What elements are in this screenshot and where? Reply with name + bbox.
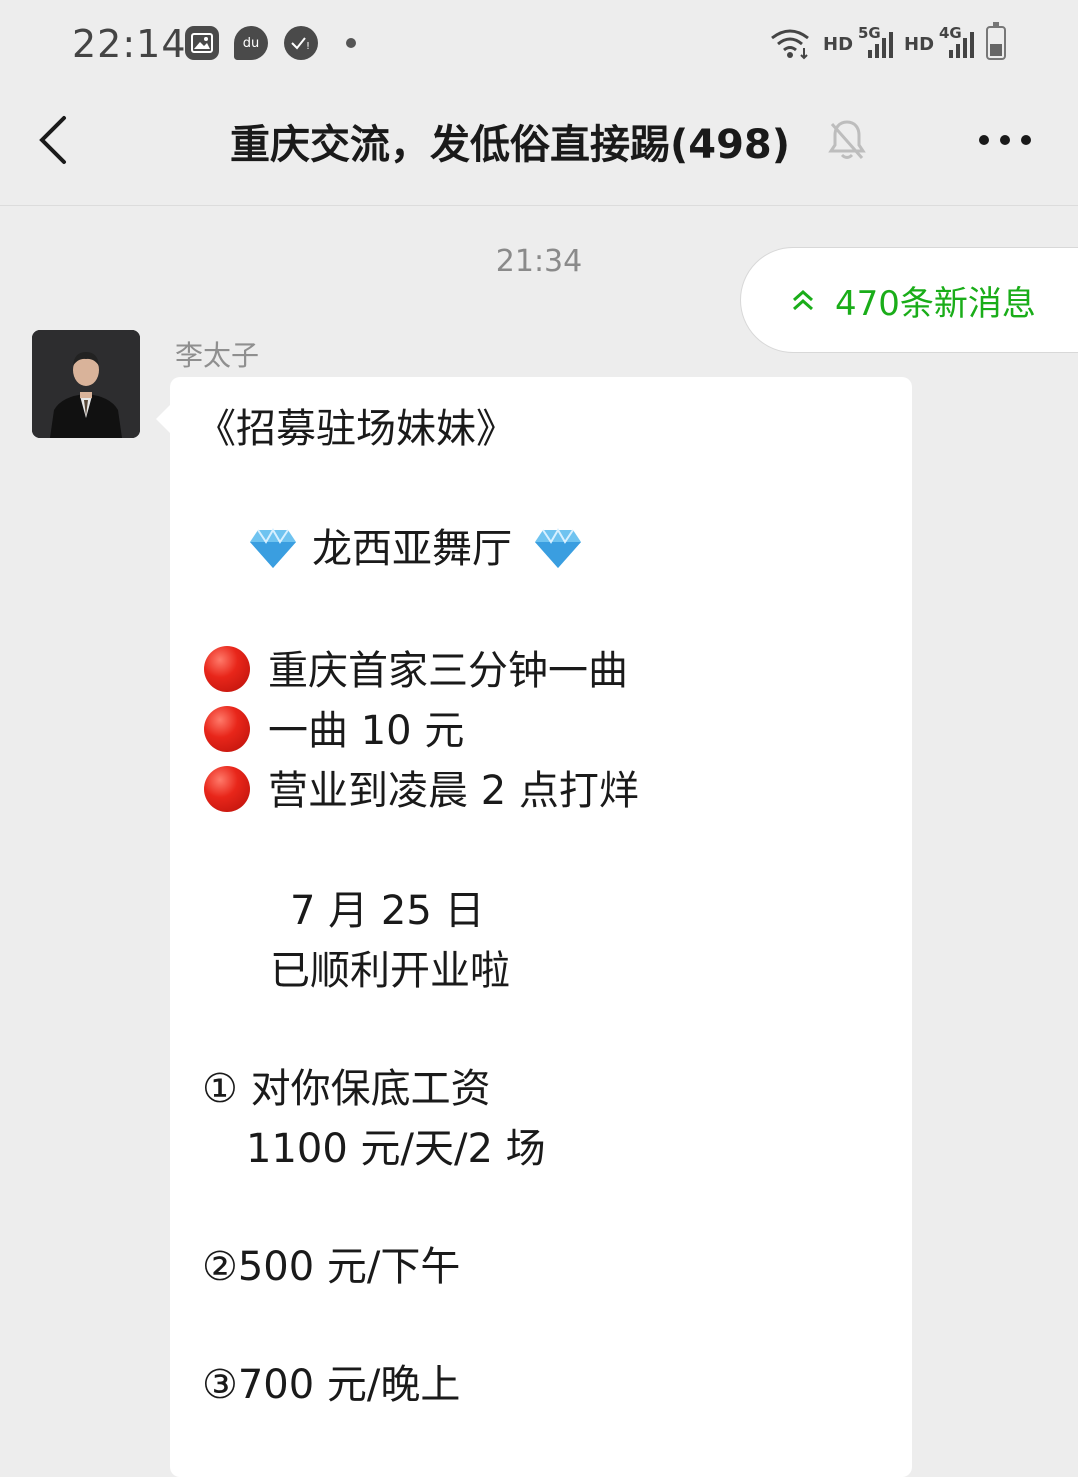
hd-label-2: HD [904, 34, 935, 55]
more-dots-icon[interactable] [970, 120, 1040, 160]
red-circle-emoji-icon [204, 646, 250, 692]
message-line-date: 7 月 25 日 [290, 888, 485, 934]
chat-header: 重庆交流，发低俗直接踢(498) [0, 90, 1078, 206]
message-line: 重庆首家三分钟一曲 [268, 648, 628, 694]
message-bubble[interactable]: 《招募驻场妹妹》 龙西亚舞厅 重庆首家三分钟一曲 一曲 10 元 营业到凌晨 2… [156, 377, 912, 1477]
red-circle-emoji-icon [204, 766, 250, 812]
diamond-emoji-icon [248, 528, 298, 570]
message-line: 已顺利开业啦 [270, 948, 510, 994]
signal-4g-icon [947, 30, 975, 64]
message-line-title: 《招募驻场妹妹》 [196, 406, 516, 452]
double-chevron-up-icon [789, 286, 817, 314]
baidu-du-icon: du [234, 26, 268, 60]
avatar[interactable] [32, 330, 140, 438]
message-line: ③700 元/晚上 [202, 1362, 461, 1408]
chat-title[interactable]: 重庆交流，发低俗直接踢(498) [160, 112, 860, 170]
diamond-emoji-icon [533, 528, 583, 570]
bell-off-icon [826, 118, 868, 162]
new-messages-label: 470条新消息 [835, 283, 1036, 324]
status-bar: 22:14 du ! HD 5G HD 4G [0, 0, 1078, 90]
message-line: 一曲 10 元 [268, 708, 465, 754]
wifi-icon [768, 26, 812, 64]
new-messages-button[interactable]: 470条新消息 [740, 247, 1078, 353]
signal-5g-icon [866, 30, 894, 64]
hd-label-1: HD [823, 34, 854, 55]
notification-dot-icon [346, 38, 356, 48]
red-circle-emoji-icon [204, 706, 250, 752]
message-line: 营业到凌晨 2 点打烊 [268, 768, 639, 814]
message-line: 1100 元/天/2 场 [246, 1126, 546, 1172]
battery-icon [986, 22, 1006, 60]
status-time: 22:14 [72, 22, 187, 66]
message-line-venue: 龙西亚舞厅 [312, 526, 512, 572]
sender-name: 李太子 [175, 339, 260, 372]
chevron-left-icon[interactable] [30, 112, 90, 172]
message-line: ②500 元/下午 [202, 1244, 461, 1290]
image-icon [185, 26, 219, 60]
message-line: ① 对你保底工资 [202, 1066, 491, 1112]
app-check-icon: ! [284, 26, 318, 60]
svg-text:!: ! [306, 41, 310, 51]
